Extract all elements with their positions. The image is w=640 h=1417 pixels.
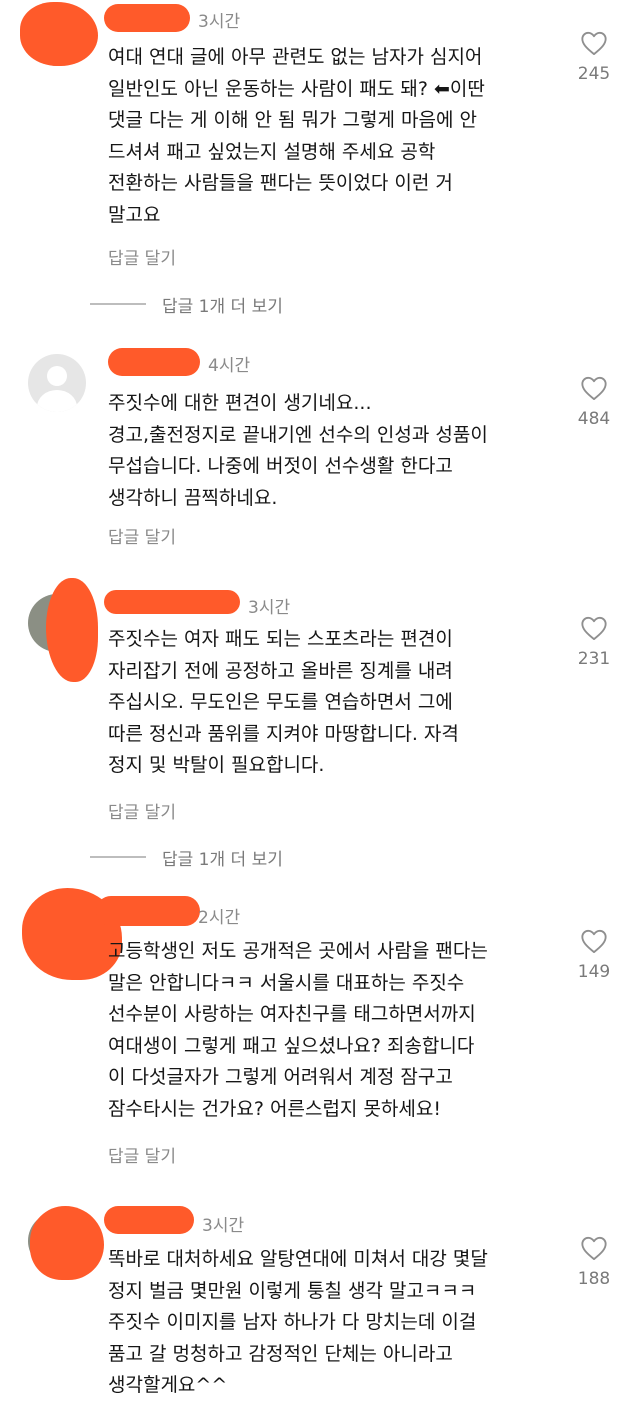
username-redaction xyxy=(108,348,200,376)
like-count: 149 xyxy=(577,962,611,982)
reply-button[interactable]: 답글 달기 xyxy=(108,1142,176,1167)
redaction-mark xyxy=(30,1206,104,1280)
reply-button[interactable]: 답글 달기 xyxy=(108,244,176,269)
reply-button[interactable]: 답글 달기 xyxy=(108,798,176,823)
timestamp: 3시간 xyxy=(248,598,291,618)
redaction-mark xyxy=(20,2,98,66)
username-redaction xyxy=(104,1206,194,1234)
like-button[interactable]: 149 xyxy=(570,928,618,982)
heart-outline-icon[interactable] xyxy=(580,30,608,56)
like-button[interactable]: 245 xyxy=(570,30,618,84)
comment-text: 똑바로 대처하세요 알탕연대에 미쳐서 대강 몇달 정지 벌금 몇만원 이렇게 … xyxy=(108,1248,488,1396)
divider-line xyxy=(90,856,146,858)
view-more-replies-label[interactable]: 답글 1개 더 보기 xyxy=(162,845,283,870)
like-button[interactable]: 231 xyxy=(570,615,618,669)
view-more-replies-label[interactable]: 답글 1개 더 보기 xyxy=(162,292,283,317)
username-redaction xyxy=(104,4,190,32)
redaction-mark xyxy=(46,578,98,682)
timestamp: 4시간 xyxy=(208,356,251,376)
heart-outline-icon[interactable] xyxy=(580,615,608,641)
default-avatar-icon[interactable] xyxy=(28,354,86,412)
timestamp: 3시간 xyxy=(198,12,241,32)
comment-text: 주짓수는 여자 패도 되는 스포츠라는 편견이 자리잡기 전에 공정하고 올바른… xyxy=(108,628,459,776)
comment-text: 고등학생인 저도 공개적은 곳에서 사람을 팬다는 말은 안합니다ㅋㅋ 서울시를… xyxy=(108,940,488,1120)
like-count: 245 xyxy=(577,64,611,84)
comment-text: 여대 연대 글에 아무 관련도 없는 남자가 심지어 일반인도 아닌 운동하는 … xyxy=(108,46,485,226)
timestamp: 3시간 xyxy=(202,1216,245,1236)
timestamp: 2시간 xyxy=(198,908,241,928)
heart-outline-icon[interactable] xyxy=(580,1235,608,1261)
like-count: 231 xyxy=(577,649,611,669)
like-count: 484 xyxy=(577,409,611,429)
like-button[interactable]: 188 xyxy=(570,1235,618,1289)
heart-outline-icon[interactable] xyxy=(580,928,608,954)
username-redaction xyxy=(96,896,200,926)
like-count: 188 xyxy=(577,1269,611,1289)
reply-button[interactable]: 답글 달기 xyxy=(108,523,176,548)
heart-outline-icon[interactable] xyxy=(580,375,608,401)
comment-text: 주짓수에 대한 편견이 생기네요... 경고,출전정지로 끝내기엔 선수의 인성… xyxy=(108,392,488,509)
divider-line xyxy=(90,303,146,305)
username-redaction xyxy=(104,590,240,614)
like-button[interactable]: 484 xyxy=(570,375,618,429)
